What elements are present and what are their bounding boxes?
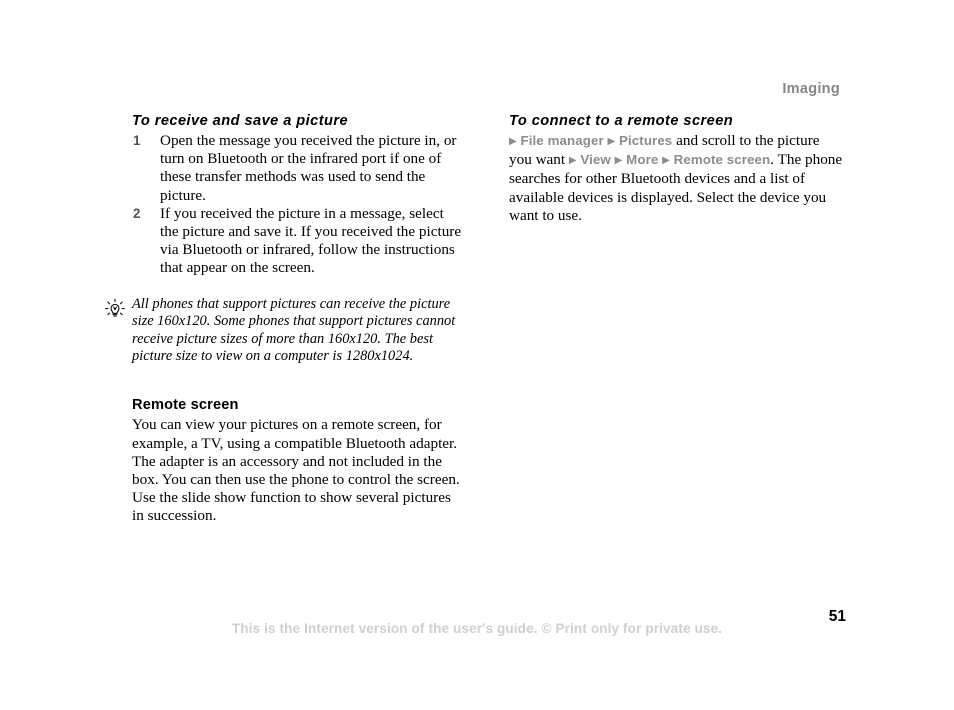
left-column: To receive and save a picture 1 Open the… [105,112,462,525]
procedure-heading-connect-remote-screen: To connect to a remote screen [509,113,734,129]
running-header-chapter: Imaging [782,81,840,97]
step-text: If you received the picture in a message… [160,204,462,276]
procedure-step-1: 1 Open the message you received the pict… [132,132,462,204]
page-number: 51 [828,608,846,625]
menu-item-more: More [626,152,659,168]
procedure-body-connect-remote-screen: ▶ File manager ▶ Pictures and scroll to … [509,132,843,224]
menu-arrow-icon: ▶ [662,155,670,167]
section-heading-remote-screen: Remote screen [132,397,239,414]
procedure-step-2: 2 If you received the picture in a messa… [132,205,462,277]
tip-callout: All phones that support pictures can rec… [105,295,462,365]
menu-arrow-icon: ▶ [509,136,517,148]
lightbulb-tip-icon [104,298,126,320]
procedure-heading-receive-save-picture: To receive and save a picture [132,113,349,129]
tip-text: All phones that support pictures can rec… [132,295,456,364]
footer-watermark-note: This is the Internet version of the user… [231,621,723,636]
menu-arrow-icon: ▶ [614,155,623,167]
step-number: 1 [133,133,141,149]
step-number: 2 [133,205,141,221]
menu-arrow-icon: ▶ [568,155,577,167]
right-column: To connect to a remote screen ▶ File man… [509,112,843,225]
menu-arrow-icon: ▶ [607,136,616,148]
section-body-remote-screen: You can view your pictures on a remote s… [132,416,460,524]
menu-item-view: View [580,152,611,168]
menu-item-pictures: Pictures [619,133,673,149]
procedure-step-list: 1 Open the message you received the pict… [132,132,462,277]
menu-item-remote-screen: Remote screen [673,152,771,168]
step-text: Open the message you received the pictur… [160,132,457,204]
menu-item-file-manager: File manager [520,133,604,149]
